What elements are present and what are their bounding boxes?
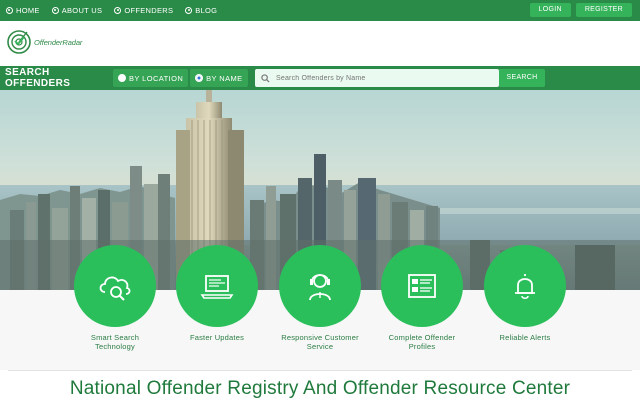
nav-home[interactable]: HOME xyxy=(6,6,40,15)
feature-offender-profiles[interactable]: Complete Offender Profiles xyxy=(372,245,472,351)
feature-smart-search[interactable]: Smart Search Technology xyxy=(65,245,165,351)
feature-circle xyxy=(279,245,361,327)
nav-bullet-icon xyxy=(51,7,59,14)
page-headline: National Offender Registry And Offender … xyxy=(69,378,571,399)
feature-label: Smart Search Technology xyxy=(90,333,140,351)
nav-bullet-icon xyxy=(185,7,193,14)
search-input[interactable] xyxy=(276,74,486,82)
bell-icon xyxy=(515,274,535,300)
search-button[interactable]: SEARCH xyxy=(499,69,545,87)
profile-card-icon xyxy=(408,274,436,298)
nav-blog-label: BLOG xyxy=(195,6,218,15)
search-icon xyxy=(261,73,270,83)
feature-circle xyxy=(381,245,463,327)
headset-agent-icon xyxy=(309,274,331,301)
search-by-name-label: BY NAME xyxy=(206,73,243,83)
logo-text: OffenderRadar xyxy=(34,37,83,47)
search-by-location-label: BY LOCATION xyxy=(129,73,184,83)
feature-label: Complete Offender Profiles xyxy=(388,333,456,351)
feature-circle xyxy=(74,245,156,327)
search-title: SEARCH OFFENDERS xyxy=(5,67,71,89)
feature-label: Reliable Alerts xyxy=(499,333,551,342)
logo-bar: OffenderRadar xyxy=(0,21,640,66)
section-divider xyxy=(8,370,632,371)
search-box xyxy=(255,69,499,87)
radio-selected-icon xyxy=(195,74,204,82)
feature-label: Faster Updates xyxy=(189,333,245,342)
radar-logo-icon xyxy=(7,30,31,54)
cloud-search-icon xyxy=(99,276,131,301)
nav-offenders-label: OFFENDERS xyxy=(124,6,174,15)
feature-reliable-alerts[interactable]: Reliable Alerts xyxy=(475,245,575,342)
nav-bullet-icon xyxy=(6,7,13,14)
auth-buttons: LOGIN REGISTER xyxy=(529,3,632,17)
nav-blog[interactable]: BLOG xyxy=(185,6,217,15)
nav-about-label: ABOUT US xyxy=(61,6,103,15)
nav-home-label: HOME xyxy=(16,6,40,15)
feature-label: Responsive Customer Service xyxy=(281,333,359,351)
site-logo[interactable]: OffenderRadar xyxy=(6,27,82,57)
register-button[interactable]: REGISTER xyxy=(575,3,632,17)
search-by-name-option[interactable]: BY NAME xyxy=(190,69,248,87)
nav-bullet-icon xyxy=(114,7,122,14)
feature-circle xyxy=(176,245,258,327)
login-button[interactable]: LOGIN xyxy=(529,3,571,17)
feature-circle xyxy=(484,245,566,327)
nav-about-us[interactable]: ABOUT US xyxy=(51,6,103,15)
search-bar: SEARCH OFFENDERS BY LOCATION BY NAME SEA… xyxy=(0,66,640,90)
nav-offenders[interactable]: OFFENDERS xyxy=(114,6,173,15)
laptop-icon xyxy=(200,275,234,299)
top-nav: HOME ABOUT US OFFENDERS BLOG LOGIN REGIS… xyxy=(0,0,640,21)
feature-faster-updates[interactable]: Faster Updates xyxy=(167,245,267,342)
search-by-location-option[interactable]: BY LOCATION xyxy=(113,69,189,87)
feature-customer-service[interactable]: Responsive Customer Service xyxy=(270,245,370,351)
radio-unselected-icon xyxy=(118,74,126,82)
